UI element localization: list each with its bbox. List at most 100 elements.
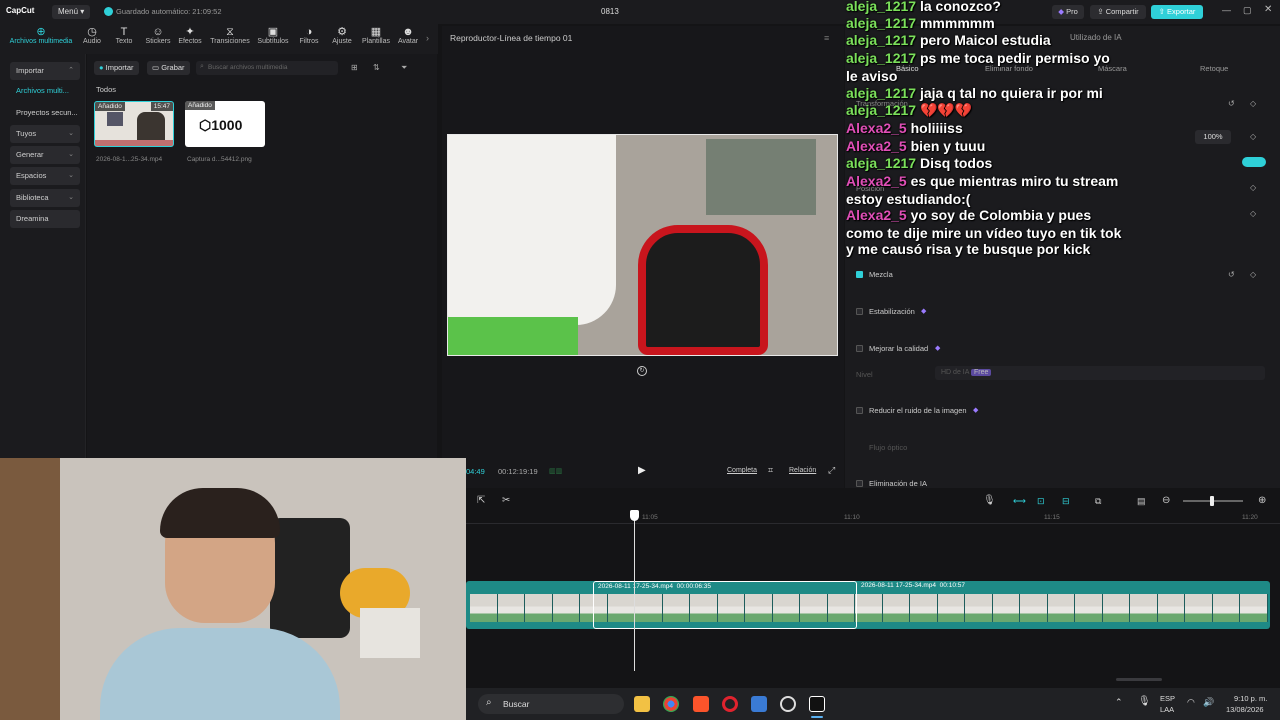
media-thumbnail-image[interactable]: Añadido ⬡1000 xyxy=(185,101,265,147)
speaker-icon[interactable]: 🔊 xyxy=(1203,697,1214,708)
sidebar-item-library[interactable]: Biblioteca ⌄ xyxy=(10,189,80,207)
rotate-handle-icon[interactable]: ↻ xyxy=(637,366,647,376)
sort-icon[interactable]: ⇅ xyxy=(373,63,380,72)
ai-removal-label[interactable]: Eliminación de IA xyxy=(869,479,927,488)
webcam-door xyxy=(0,458,60,720)
enhance-quality-checkbox[interactable] xyxy=(856,345,863,352)
close-icon[interactable]: ✕ xyxy=(1264,4,1272,15)
denoise-checkbox[interactable] xyxy=(856,407,863,414)
tab-filters[interactable]: ◑ Filtros xyxy=(292,26,326,45)
keyframe-icon[interactable]: ◇ xyxy=(1250,99,1256,108)
link-icon[interactable]: ⟷ xyxy=(1013,496,1026,507)
media-search-input[interactable]: Buscar archivos multimedia xyxy=(196,61,338,75)
tab-transitions[interactable]: ⧖ Transiciones xyxy=(205,26,255,45)
split-icon[interactable]: ✂ xyxy=(502,495,510,506)
language-indicator[interactable]: ESP xyxy=(1160,694,1175,703)
tab-retouch[interactable]: Retoque xyxy=(1200,64,1228,73)
level-select[interactable]: HD de IA Free xyxy=(935,366,1265,380)
export-button[interactable]: ⇧ Exportar xyxy=(1151,5,1203,19)
chevron-right-icon[interactable]: › xyxy=(426,33,429,43)
chevron-up-icon[interactable]: ⌃ xyxy=(1115,697,1123,708)
enhance-quality-label[interactable]: Mejorar la calidad xyxy=(869,344,928,353)
uniform-scale-toggle[interactable] xyxy=(1242,157,1266,167)
snap-icon[interactable]: ⧉ xyxy=(1095,496,1101,507)
denoise-label[interactable]: Reducir el ruido de la imagen xyxy=(869,406,967,415)
grid-view-icon[interactable]: ⊞ xyxy=(351,63,358,72)
tab-media[interactable]: ⊕ Archivos multimedia xyxy=(6,26,76,45)
keyframe-icon[interactable]: ◇ xyxy=(1250,209,1256,218)
ai-removal-checkbox[interactable] xyxy=(856,480,863,487)
file-explorer-icon[interactable] xyxy=(634,696,650,712)
zoom-slider-handle[interactable] xyxy=(1210,496,1214,506)
preview-axis-icon[interactable]: ⊟ xyxy=(1062,496,1070,507)
video-preview[interactable] xyxy=(447,134,838,356)
sidebar-item-generate[interactable]: Generar ⌄ xyxy=(10,146,80,164)
horizontal-scrollbar[interactable] xyxy=(1116,678,1162,681)
sidebar-item-yours[interactable]: Tuyos ⌄ xyxy=(10,125,80,143)
zoom-out-icon[interactable]: ⊖ xyxy=(1162,495,1170,506)
tab-adjust[interactable]: ⚙ Ajuste xyxy=(326,26,358,45)
minimize-icon[interactable]: — xyxy=(1222,5,1231,15)
store-icon[interactable] xyxy=(751,696,767,712)
timeline-select-icon[interactable]: ⇱ xyxy=(477,495,485,506)
tab-subtitles[interactable]: ▣ Subtítulos xyxy=(254,26,292,45)
tab-avatar[interactable]: ☻ Avatar xyxy=(390,26,426,45)
sidebar-item-import[interactable]: Importar ⌃ xyxy=(10,62,80,80)
maximize-icon[interactable]: ▢ xyxy=(1243,5,1252,16)
keyboard-layout-indicator[interactable]: LAA xyxy=(1160,705,1174,714)
keyframe-icon[interactable]: ◇ xyxy=(1250,270,1256,279)
chrome-icon[interactable] xyxy=(663,696,679,712)
tab-sticker[interactable]: ☺ Stickers xyxy=(140,26,176,45)
full-quality-button[interactable]: Completa xyxy=(727,467,757,474)
selected-clip[interactable]: 2026-08-11 17-25-34.mp4 00:00:06:35 xyxy=(593,581,857,629)
menu-button[interactable]: Menú ▾ xyxy=(52,5,91,19)
microphone-tray-icon[interactable]: 🎙 xyxy=(1138,696,1151,707)
opera-icon[interactable] xyxy=(722,696,738,712)
share-button[interactable]: ⇪ Compartir xyxy=(1090,5,1146,19)
crop-icon[interactable]: ⌗ xyxy=(768,465,773,476)
brave-icon[interactable] xyxy=(693,696,709,712)
magnet-icon[interactable]: ⊡ xyxy=(1037,496,1045,507)
zoom-in-icon[interactable]: ⊕ xyxy=(1258,495,1266,506)
aspect-ratio-button[interactable]: Relación xyxy=(789,467,816,474)
clock-time[interactable]: 9:10 p. m. xyxy=(1234,694,1267,703)
microphone-icon[interactable]: 🎙 xyxy=(983,495,996,506)
sidebar-item-media[interactable]: Archivos multi... xyxy=(10,82,80,100)
caption-icon[interactable]: ▤ xyxy=(1137,496,1146,507)
tab-text[interactable]: T Texto xyxy=(108,26,140,45)
reset-icon[interactable]: ↺ xyxy=(1228,99,1235,108)
play-icon[interactable]: ▶ xyxy=(638,465,646,476)
hamburger-icon[interactable]: ≡ xyxy=(824,33,829,43)
tab-effects[interactable]: ✦ Efectos xyxy=(174,26,206,45)
tab-label: Archivos multimedia xyxy=(9,38,73,45)
keyframe-icon[interactable]: ◇ xyxy=(1250,183,1256,192)
wifi-icon[interactable]: ◠ xyxy=(1187,697,1195,708)
blend-label[interactable]: Mezcla xyxy=(869,270,893,279)
blend-checkbox[interactable] xyxy=(856,271,863,278)
sidebar-item-dreamina[interactable]: Dreamina xyxy=(10,210,80,228)
keyframe-icon[interactable]: ◇ xyxy=(1250,132,1256,141)
ai-tab-label[interactable]: Utilizado de IA xyxy=(1070,33,1122,42)
fullscreen-icon[interactable]: ⤢ xyxy=(828,465,835,476)
filter-all-label[interactable]: Todos xyxy=(96,85,116,94)
sidebar-item-spaces[interactable]: Espacios ⌄ xyxy=(10,167,80,185)
taskbar-search[interactable]: ⌕ Buscar xyxy=(478,694,624,714)
sidebar-item-secondary-projects[interactable]: Proyectos secun... xyxy=(10,104,80,122)
import-button[interactable]: ● Importar xyxy=(94,61,139,75)
obs-icon[interactable] xyxy=(780,696,796,712)
media-thumbnail-video[interactable]: Añadido 15:47 xyxy=(94,101,174,147)
stabilization-checkbox[interactable] xyxy=(856,308,863,315)
playhead[interactable] xyxy=(634,511,635,671)
project-name[interactable]: 0813 xyxy=(601,7,619,16)
pro-button[interactable]: ◆ Pro xyxy=(1052,5,1084,19)
scale-input[interactable]: 100% xyxy=(1195,130,1231,144)
reset-icon[interactable]: ↺ xyxy=(1228,270,1235,279)
filter-icon[interactable]: ⏷ xyxy=(401,63,407,73)
record-button[interactable]: ▭ Grabar xyxy=(147,61,190,75)
time-ruler[interactable]: 11:05 11:10 11:15 11:20 xyxy=(466,512,1280,524)
capcut-taskbar-icon[interactable] xyxy=(809,696,825,712)
stabilization-label[interactable]: Estabilización xyxy=(869,307,915,316)
playhead-handle[interactable] xyxy=(630,510,639,521)
clock-date[interactable]: 13/08/2026 xyxy=(1226,705,1264,714)
tab-audio[interactable]: ◷ Audio xyxy=(76,26,108,45)
